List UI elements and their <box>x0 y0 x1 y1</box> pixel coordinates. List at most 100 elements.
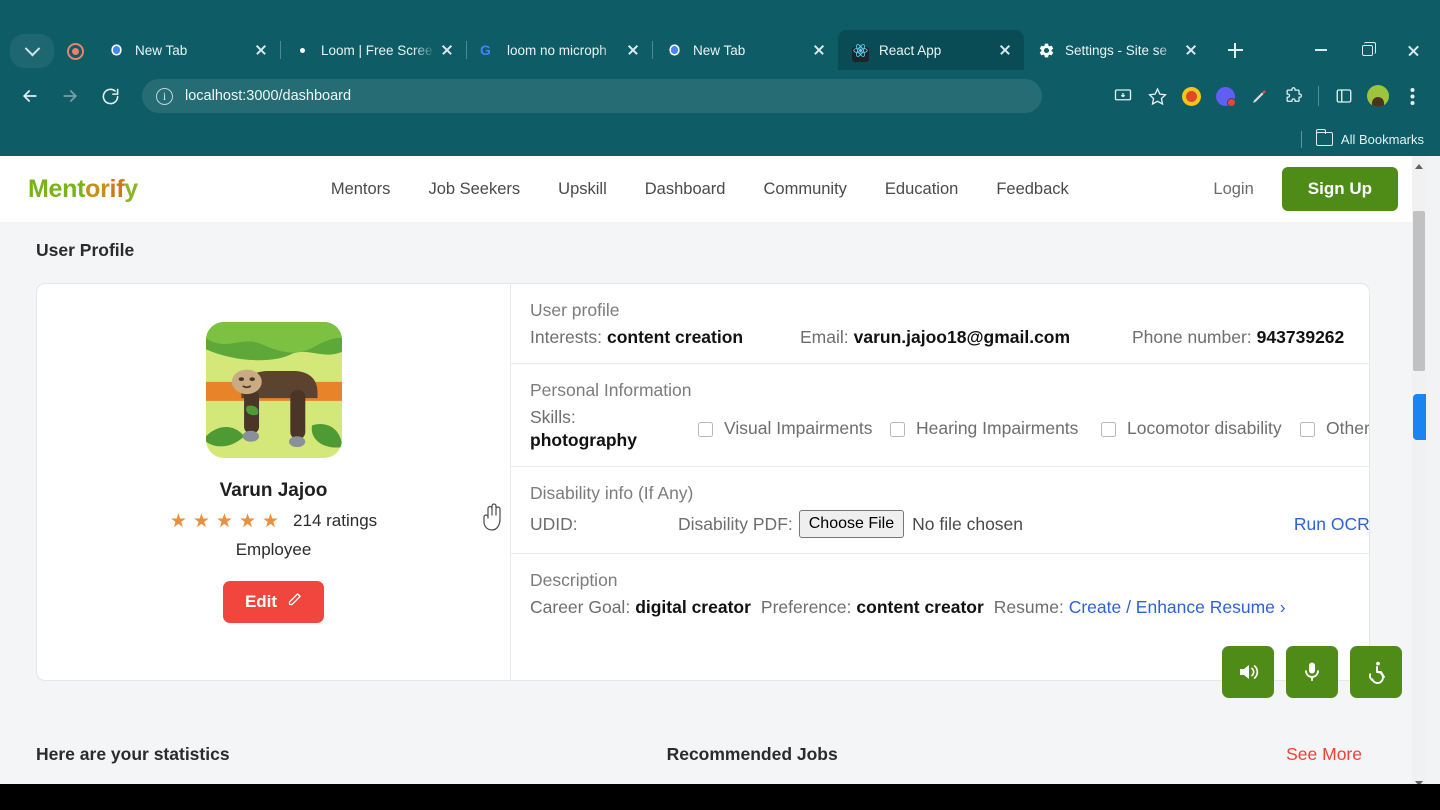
chevron-down-icon <box>24 40 40 56</box>
all-bookmarks-label[interactable]: All Bookmarks <box>1341 132 1424 147</box>
interests-label: Interests: <box>530 327 602 347</box>
puzzle-icon[interactable] <box>1277 80 1309 112</box>
tab-list: New Tab Loom | Free Scree loom no microp… <box>94 30 1298 70</box>
nav-item-feedback[interactable]: Feedback <box>996 180 1068 199</box>
create-enhance-resume-link[interactable]: Create / Enhance Resume › <box>1069 597 1286 617</box>
see-more-link[interactable]: See More <box>1286 744 1362 765</box>
accessibility-toolbar <box>1222 646 1402 698</box>
section-body: Interests: content creation Email: varun.j… <box>530 327 1369 348</box>
chrome-icon <box>666 42 683 59</box>
avatar-icon[interactable] <box>1362 80 1394 112</box>
star-rating: ★ ★ ★ ★ ★ <box>170 512 279 531</box>
page-scrollbar[interactable] <box>1412 156 1426 794</box>
record-indicator-icon[interactable] <box>60 34 90 68</box>
close-icon[interactable] <box>436 39 458 61</box>
site-logo[interactable]: Mentorify <box>28 175 138 204</box>
forward-button[interactable] <box>52 78 88 114</box>
file-status-text: No file chosen <box>912 513 1024 534</box>
honey-icon[interactable] <box>1175 80 1207 112</box>
interests-field: Interests: content creation <box>530 327 800 348</box>
rating-row: ★ ★ ★ ★ ★ 214 ratings <box>170 511 377 531</box>
checkbox-locomotor-disability[interactable]: Locomotor disability <box>1101 415 1300 442</box>
info-icon[interactable]: i <box>156 87 173 105</box>
maximize-button[interactable] <box>1344 30 1390 70</box>
side-panel-icon[interactable] <box>1328 80 1360 112</box>
run-ocr-link[interactable]: Run OCR <box>1294 514 1369 535</box>
user-name: Varun Jajoo <box>219 480 328 501</box>
browser-tab[interactable]: Settings - Site se <box>1024 30 1210 70</box>
checkbox-hearing-impairments[interactable]: Hearing Impairments <box>890 415 1101 442</box>
back-button[interactable] <box>12 78 48 114</box>
tab-search-button[interactable] <box>10 34 54 68</box>
star-icon[interactable] <box>1141 80 1173 112</box>
statistics-heading: Here are your statistics <box>36 744 230 764</box>
tab-title: React App <box>879 42 942 58</box>
close-icon[interactable] <box>1180 39 1202 61</box>
install-app-icon[interactable] <box>1107 80 1139 112</box>
scrollbar-thumb[interactable] <box>1413 211 1425 371</box>
nav-item-mentors[interactable]: Mentors <box>331 180 391 199</box>
login-button[interactable]: Login <box>1213 180 1253 199</box>
reload-button[interactable] <box>92 78 128 114</box>
loom-icon <box>294 42 311 59</box>
microphone-icon[interactable] <box>1286 646 1338 698</box>
signup-button[interactable]: Sign Up <box>1281 167 1398 211</box>
section-description: Description Career Goal: digital creator … <box>511 554 1369 633</box>
star-icon: ★ <box>262 510 280 532</box>
browser-tab[interactable]: loom no microph <box>466 30 652 70</box>
checkbox-icon[interactable] <box>1101 421 1116 437</box>
blue-side-tab[interactable] <box>1413 394 1426 440</box>
close-icon[interactable] <box>994 39 1016 61</box>
bottom-section: Here are your statistics Recommended Job… <box>0 714 1426 765</box>
speaker-icon[interactable] <box>1222 646 1274 698</box>
sloth-avatar <box>205 322 342 458</box>
resume-label: Resume: <box>993 597 1064 617</box>
checkbox-icon[interactable] <box>698 421 713 437</box>
bookmarks-bar: All Bookmarks <box>0 122 1440 156</box>
new-tab-button[interactable] <box>1218 33 1252 67</box>
checkbox-label: Locomotor disability <box>1127 418 1282 439</box>
skills-and-impairments: Skills: photography Visual Impairments H… <box>530 407 1369 451</box>
nav-item-upskill[interactable]: Upskill <box>558 180 607 199</box>
close-icon[interactable] <box>808 39 830 61</box>
three-dot-menu-icon[interactable] <box>1396 80 1428 112</box>
nav-item-education[interactable]: Education <box>885 180 958 199</box>
nav-item-job-seekers[interactable]: Job Seekers <box>428 180 520 199</box>
close-icon[interactable] <box>250 39 272 61</box>
close-icon[interactable] <box>622 39 644 61</box>
description-body: Career Goal: digital creator Preference: c… <box>530 597 1369 618</box>
edit-profile-button[interactable]: Edit <box>222 581 325 623</box>
disability-upload-row: UDID: Disability PDF: Choose File No fil… <box>530 510 1369 538</box>
tab-title: New Tab <box>135 42 188 58</box>
section-title: Disability info (If Any) <box>530 483 694 503</box>
career-goal-field: Career Goal: digital creator <box>530 597 751 618</box>
address-bar[interactable]: i localhost:3000/dashboard <box>142 79 1042 113</box>
tab-title: loom no microph <box>507 42 607 58</box>
wheelchair-icon[interactable] <box>1350 646 1402 698</box>
close-window-button[interactable] <box>1390 30 1436 70</box>
browser-tab-active[interactable]: React App <box>838 30 1024 70</box>
checkbox-visual-impairments[interactable]: Visual Impairments <box>698 415 890 442</box>
gear-icon <box>1038 42 1055 59</box>
browser-tab[interactable]: Loom | Free Scree <box>280 30 466 70</box>
profile-summary-panel: Varun Jajoo ★ ★ ★ ★ ★ 214 ratings Employ… <box>37 284 511 680</box>
scroll-up-arrow-icon[interactable] <box>1415 161 1423 169</box>
checkbox-other[interactable]: Other <box>1300 415 1369 442</box>
star-icon: ★ <box>238 510 256 532</box>
pencil-icon <box>287 592 302 612</box>
eyedropper-icon[interactable] <box>1243 80 1275 112</box>
preference-label: Preference: <box>760 597 852 617</box>
checkbox-label: Hearing Impairments <box>916 418 1079 439</box>
browser-tab[interactable]: New Tab <box>652 30 838 70</box>
minimize-button[interactable] <box>1298 30 1344 70</box>
recommended-jobs-heading: Recommended Jobs <box>666 744 838 764</box>
loom-record-icon[interactable] <box>1209 80 1241 112</box>
nav-item-community[interactable]: Community <box>763 180 846 199</box>
web-page: Mentorify Mentors Job Seekers Upskill Da… <box>0 156 1426 794</box>
browser-tab[interactable]: New Tab <box>94 30 280 70</box>
nav-item-dashboard[interactable]: Dashboard <box>645 180 726 199</box>
checkbox-icon[interactable] <box>1300 421 1315 437</box>
edit-label: Edit <box>244 592 278 611</box>
checkbox-icon[interactable] <box>890 421 905 437</box>
choose-file-button[interactable]: Choose File <box>798 510 905 538</box>
